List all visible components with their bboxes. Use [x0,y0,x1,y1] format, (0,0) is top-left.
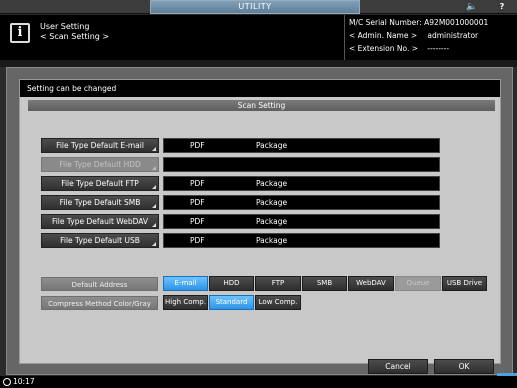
speaker-icon[interactable]: 🔈 [462,1,482,13]
file-type-usb-button[interactable]: File Type Default USB [41,233,159,248]
status-bar: 10:17 [0,376,517,388]
cancel-button[interactable]: Cancel [368,359,428,374]
default-address-label: Default Address [41,277,158,291]
address-option-usb-drive[interactable]: USB Drive [442,276,487,291]
admin-label: < Admin. Name > [349,31,418,40]
file-type-webdav-value: PDF Package [163,214,440,229]
ok-button[interactable]: OK [434,359,494,374]
compress-option-low[interactable]: Low Comp. [255,295,301,310]
admin-row: < Admin. Name > administrator [349,31,478,41]
row-label: File Type Default HDD [59,160,141,169]
packaging-value: Package [256,236,288,245]
serial-value: A92M001000001 [424,18,489,27]
row-label: File Type Default WebDAV [51,217,149,226]
section-title: Scan Setting [28,100,495,111]
page-title: User Setting < Scan Setting > [40,22,109,42]
title-line-1: User Setting [40,22,90,31]
address-option-smb[interactable]: SMB [302,276,347,291]
compress-method-label: Compress Method Color/Gray [41,296,158,310]
packaging-value: Package [256,141,288,150]
divider-band [0,60,517,67]
row-label: File Type Default SMB [59,198,141,207]
address-option-ftp[interactable]: FTP [255,276,301,291]
admin-value: administrator [427,31,479,40]
corner-marker-icon [152,223,156,227]
file-type-usb-value: PDF Package [163,233,440,248]
row-label: File Type Default USB [60,236,140,245]
file-type-ftp-button[interactable]: File Type Default FTP [41,176,159,191]
file-type-hdd-value [163,157,440,172]
corner-marker-icon [152,147,156,151]
file-type-hdd-button: File Type Default HDD [41,157,159,172]
clock-time: 10:17 [13,377,35,386]
file-type-webdav-button[interactable]: File Type Default WebDAV [41,214,159,229]
corner-marker-icon [152,242,156,246]
extension-label: < Extension No. > [349,44,418,53]
status-message: Setting can be changed [20,80,500,97]
row-label: File Type Default E-mail [56,141,144,150]
device-info: M/C Serial Number: A92M001000001 < Admin… [344,15,517,60]
settings-panel: Setting can be changed Scan Setting File… [6,67,513,375]
packaging-value: Package [256,217,288,226]
extension-value: -------- [427,44,450,53]
utility-tab[interactable]: UTILITY [150,0,360,14]
corner-marker-icon [152,185,156,189]
address-option-webdav[interactable]: WebDAV [348,276,394,291]
compress-option-standard[interactable]: Standard [209,295,254,310]
file-type-ftp-value: PDF Package [163,176,440,191]
format-value: PDF [190,217,205,226]
compress-option-high[interactable]: High Comp. [163,295,208,310]
file-type-smb-button[interactable]: File Type Default SMB [41,195,159,210]
address-option-email[interactable]: E-mail [163,276,208,291]
serial-label: M/C Serial Number: [349,18,422,27]
extension-row: < Extension No. > -------- [349,44,449,54]
address-option-queue: Queue [395,276,441,291]
format-value: PDF [190,236,205,245]
info-icon: i [10,23,30,43]
row-label: File Type Default FTP [61,179,139,188]
format-value: PDF [190,198,205,207]
file-type-email-value: PDF Package [163,138,440,153]
corner-marker-icon [152,166,156,170]
header: i User Setting < Scan Setting > M/C Seri… [0,15,517,60]
settings-inner: Setting can be changed Scan Setting File… [19,79,501,364]
address-option-hdd[interactable]: HDD [209,276,254,291]
top-bar: UTILITY 🔈 ? [0,0,517,14]
packaging-value: Package [256,198,288,207]
packaging-value: Package [256,179,288,188]
format-value: PDF [190,179,205,188]
clock-icon [3,378,11,386]
title-line-2: < Scan Setting > [40,32,110,41]
file-type-email-button[interactable]: File Type Default E-mail [41,138,159,153]
help-button[interactable]: ? [490,1,514,13]
format-value: PDF [190,141,205,150]
file-type-smb-value: PDF Package [163,195,440,210]
corner-marker-icon [152,204,156,208]
serial-row: M/C Serial Number: A92M001000001 [349,18,488,28]
